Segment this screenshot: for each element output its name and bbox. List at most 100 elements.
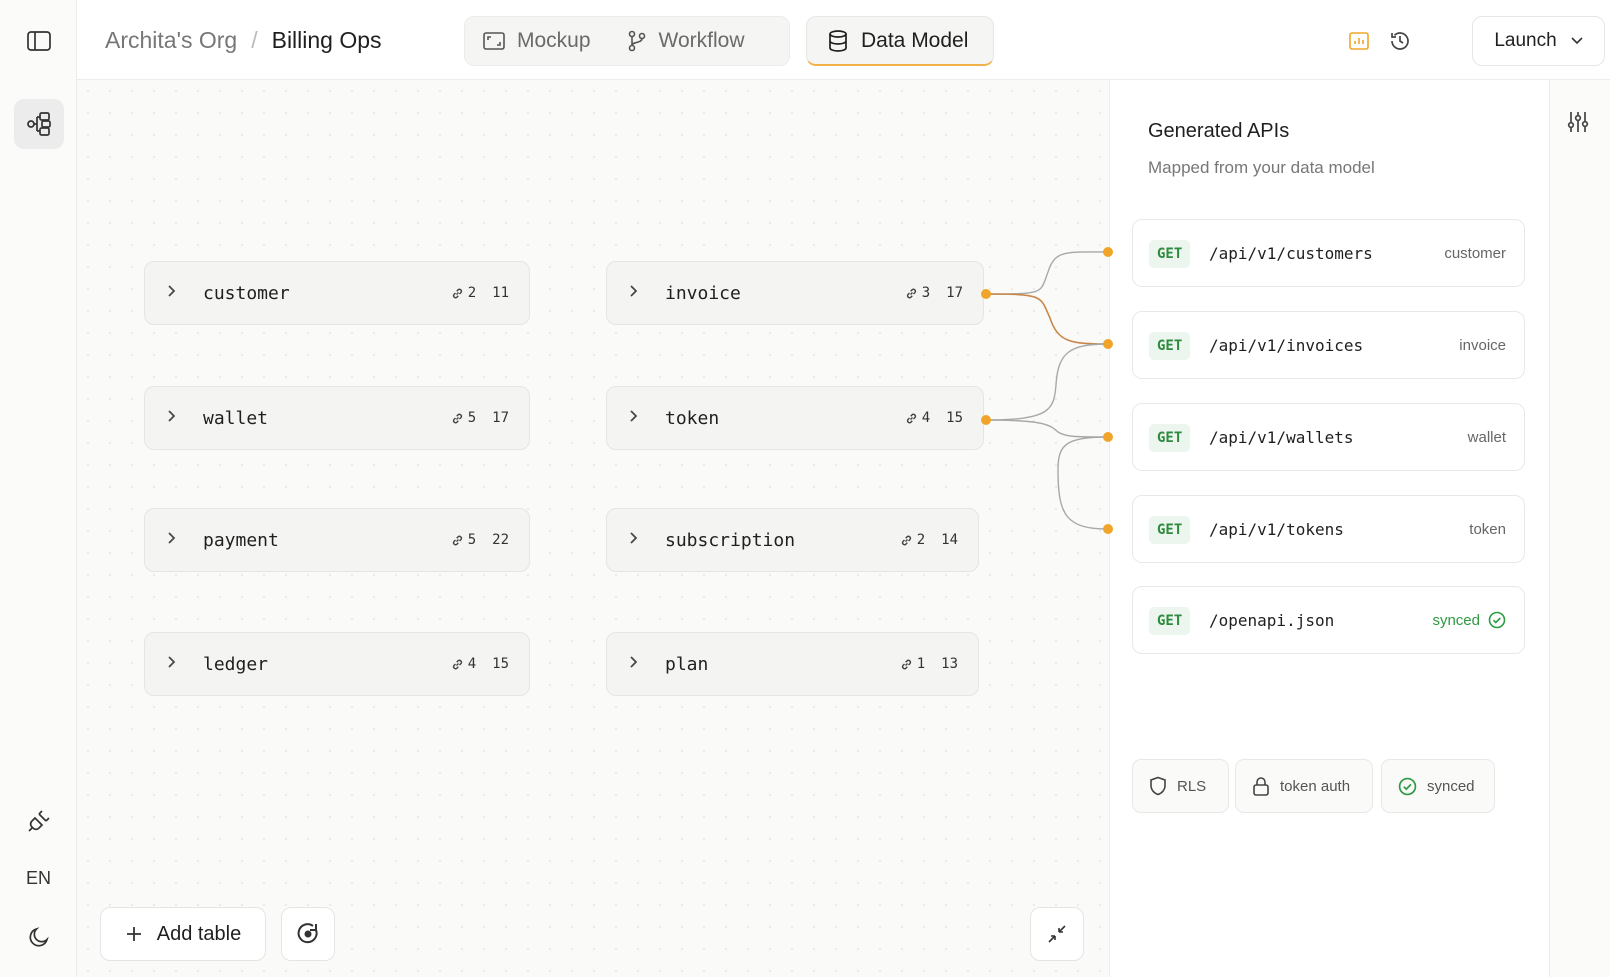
- table-name: ledger: [203, 653, 269, 675]
- table-name: subscription: [665, 529, 796, 551]
- language-toggle[interactable]: EN: [0, 868, 77, 889]
- api-path: /api/v1/customers: [1209, 243, 1373, 263]
- sidebar-toggle-icon[interactable]: [14, 16, 64, 66]
- chevron-right-icon[interactable]: [167, 655, 177, 674]
- data-model-view-icon[interactable]: [14, 99, 64, 149]
- link-count: 2: [916, 532, 926, 548]
- table-card-customer[interactable]: customer 2 11: [144, 261, 530, 325]
- add-table-button[interactable]: Add table: [100, 907, 266, 961]
- chevron-right-icon[interactable]: [629, 284, 639, 303]
- link-count: 4: [921, 410, 931, 426]
- sync-status-label: synced: [1432, 611, 1480, 629]
- check-circle-icon: [1488, 611, 1506, 629]
- api-entity: customer: [1444, 244, 1506, 262]
- table-card-subscription[interactable]: subscription 2 14: [606, 508, 979, 572]
- table-meta: 4 15: [451, 656, 509, 672]
- api-path: /api/v1/invoices: [1209, 335, 1364, 355]
- launch-button[interactable]: Launch: [1472, 16, 1605, 66]
- shield-icon: [1150, 776, 1166, 796]
- chevron-right-icon[interactable]: [629, 655, 639, 674]
- top-bar: Archita's Org / Billing Ops Mockup Workf…: [77, 0, 1610, 80]
- tab-workflow-label: Workflow: [658, 29, 745, 52]
- settings-sliders-icon[interactable]: [1566, 110, 1590, 139]
- api-endpoint-openapi[interactable]: GET /openapi.json synced: [1132, 586, 1525, 654]
- column-count: 11: [492, 285, 509, 301]
- tab-data-model-label: Data Model: [861, 28, 969, 52]
- history-icon[interactable]: [1385, 26, 1415, 56]
- table-meta: 4 15: [905, 410, 963, 426]
- rls-chip[interactable]: RLS: [1132, 759, 1229, 813]
- table-name: invoice: [665, 282, 741, 304]
- branch-icon: [628, 30, 645, 52]
- breadcrumb-org[interactable]: Archita's Org: [105, 27, 237, 54]
- table-card-payment[interactable]: payment 5 22: [144, 508, 530, 572]
- http-verb-badge: GET: [1149, 607, 1191, 635]
- analytics-icon[interactable]: [1344, 26, 1374, 56]
- auto-layout-button[interactable]: [281, 907, 335, 961]
- table-meta: 5 22: [451, 532, 509, 548]
- api-endpoint-invoices[interactable]: GET /api/v1/invoices invoice: [1132, 311, 1525, 379]
- column-count: 17: [492, 410, 509, 426]
- plugin-icon[interactable]: [14, 796, 64, 846]
- schema-canvas[interactable]: customer 2 11 invoice 3 17 wallet 5 17 toke…: [77, 80, 1109, 977]
- rls-label: RLS: [1177, 777, 1207, 795]
- table-card-wallet[interactable]: wallet 5 17: [144, 386, 530, 450]
- table-card-ledger[interactable]: ledger 4 15: [144, 632, 530, 696]
- table-card-token[interactable]: token 4 15: [606, 386, 984, 450]
- panel-title: Generated APIs: [1148, 120, 1290, 142]
- table-name: token: [665, 407, 720, 429]
- api-entity: token: [1469, 520, 1506, 538]
- table-card-invoice[interactable]: invoice 3 17: [606, 261, 984, 325]
- launch-label: Launch: [1494, 30, 1557, 51]
- tab-mockup[interactable]: Mockup: [465, 17, 609, 65]
- link-icon: [452, 535, 462, 545]
- left-rail: EN: [0, 0, 77, 977]
- table-card-plan[interactable]: plan 1 13: [606, 632, 979, 696]
- api-entity: invoice: [1459, 336, 1506, 354]
- api-endpoint-customers[interactable]: GET /api/v1/customers customer: [1132, 219, 1525, 287]
- chevron-right-icon[interactable]: [167, 284, 177, 303]
- breadcrumb-project[interactable]: Billing Ops: [272, 27, 382, 54]
- table-name: wallet: [203, 407, 269, 429]
- generated-apis-panel: Generated APIs Mapped from your data mod…: [1109, 80, 1550, 977]
- dark-mode-icon[interactable]: [14, 912, 64, 962]
- api-endpoint-tokens[interactable]: GET /api/v1/tokens token: [1132, 495, 1525, 563]
- http-verb-badge: GET: [1149, 424, 1191, 452]
- api-path: /openapi.json: [1209, 610, 1335, 630]
- tab-data-model[interactable]: Data Model: [806, 16, 994, 66]
- table-name: customer: [203, 282, 290, 304]
- chevron-right-icon[interactable]: [629, 409, 639, 428]
- link-count: 4: [467, 656, 477, 672]
- link-icon: [906, 413, 916, 423]
- column-count: 22: [492, 532, 509, 548]
- breadcrumb-separator: /: [251, 27, 258, 53]
- refresh-icon: [297, 923, 318, 944]
- breadcrumb: Archita's Org / Billing Ops: [105, 27, 382, 54]
- panel-subtitle: Mapped from your data model: [1148, 158, 1375, 177]
- synced-chip[interactable]: synced: [1381, 759, 1495, 813]
- chevron-right-icon[interactable]: [629, 531, 639, 550]
- tab-workflow[interactable]: Workflow: [609, 17, 763, 65]
- link-icon: [452, 659, 462, 669]
- table-meta: 5 17: [451, 410, 509, 426]
- add-table-label: Add table: [156, 922, 242, 945]
- collapse-button[interactable]: [1030, 907, 1084, 961]
- link-icon: [452, 288, 462, 298]
- chevron-down-icon: [1571, 37, 1583, 45]
- link-icon: [452, 413, 462, 423]
- link-icon: [901, 659, 911, 669]
- table-meta: 1 13: [900, 656, 958, 672]
- token-auth-chip[interactable]: token auth: [1235, 759, 1373, 813]
- column-count: 15: [946, 410, 963, 426]
- chevron-right-icon[interactable]: [167, 531, 177, 550]
- table-meta: 3 17: [905, 285, 963, 301]
- http-verb-badge: GET: [1149, 332, 1191, 360]
- table-meta: 2 14: [900, 532, 958, 548]
- column-count: 13: [941, 656, 958, 672]
- table-name: payment: [203, 529, 279, 551]
- table-meta: 2 11: [451, 285, 509, 301]
- database-icon: [829, 29, 847, 52]
- sync-status: synced: [1432, 611, 1506, 629]
- api-endpoint-wallets[interactable]: GET /api/v1/wallets wallet: [1132, 403, 1525, 471]
- chevron-right-icon[interactable]: [167, 409, 177, 428]
